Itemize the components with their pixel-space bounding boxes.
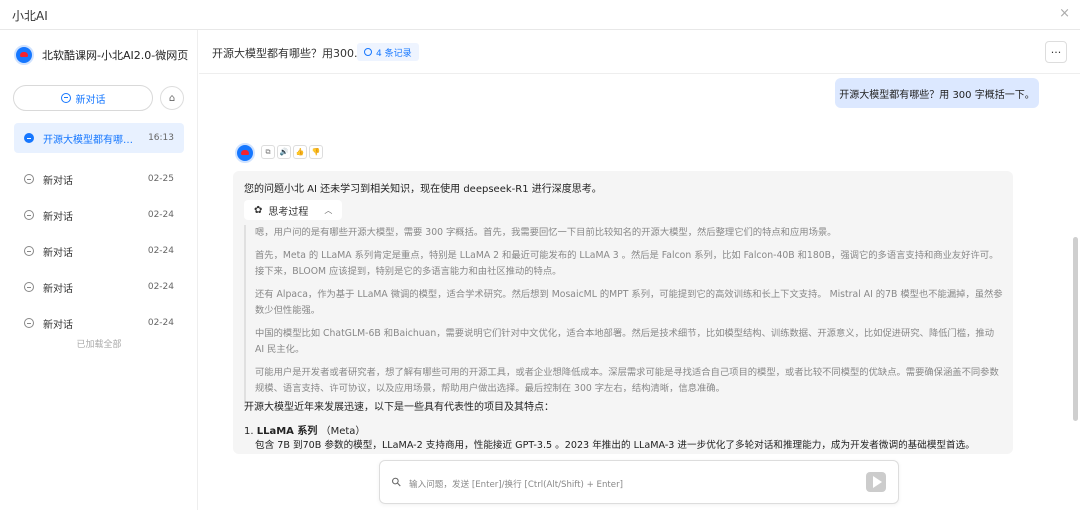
answer-intro: 您的问题小北 AI 还未学习到相关知识，现在使用 deepseek-R1 进行深… bbox=[244, 184, 602, 195]
chat-bubble-icon bbox=[24, 133, 34, 143]
think-process: 嗯，用户问的是有哪些开源大模型，需要 300 字概括。首先，我需要回忆一下目前比… bbox=[244, 225, 1004, 404]
conversation-title: 新对话 bbox=[43, 211, 73, 223]
item-index: 1. bbox=[244, 426, 254, 437]
message-input-placeholder[interactable]: 输入问题，发送 [Enter]/换行 [Ctrl(Alt/Shift) + En… bbox=[409, 478, 623, 490]
window-title: 小北AI bbox=[12, 9, 48, 23]
conversation-date: 16:13 bbox=[148, 133, 174, 143]
chat-main: 开源大模型都有哪些？用300... 4 条记录 ··· 开源大模型都有哪些？用 … bbox=[199, 30, 1080, 510]
chat-bubble-icon bbox=[24, 246, 34, 256]
brain-icon: ✿ bbox=[254, 204, 263, 216]
thumbs-up-icon[interactable]: 👍 bbox=[293, 145, 307, 159]
ai-avatar-icon bbox=[235, 143, 255, 163]
item-name: LLaMA 系列 bbox=[256, 426, 318, 437]
new-chat-button[interactable]: 新对话 bbox=[13, 85, 153, 111]
chat-bubble-icon bbox=[24, 210, 34, 220]
answer-summary: 开源大模型近年来发展迅速，以下是一些具有代表性的项目及其特点： bbox=[244, 402, 554, 413]
conversation-item[interactable]: 新对话 02-24 bbox=[14, 233, 184, 269]
conversation-date: 02-25 bbox=[147, 174, 174, 184]
loaded-all-text: 已加载全部 bbox=[76, 340, 122, 350]
conversation-title: 新对话 bbox=[43, 175, 73, 187]
paperclip-icon[interactable]: ⚲ bbox=[388, 474, 404, 490]
conversation-title: 新对话 bbox=[43, 283, 73, 295]
think-toggle-button[interactable]: ✿ 思考过程 ︿ bbox=[244, 200, 343, 220]
think-paragraph: 首先，Meta 的 LLaMA 系列肯定是重点，特别是 LLaMA 2 和最近可… bbox=[255, 250, 999, 277]
think-paragraph: 可能用户是开发者或者研究者，想了解有哪些可用的开源工具，或者企业想降低成本。深层… bbox=[255, 367, 999, 394]
conversation-date: 02-24 bbox=[147, 246, 174, 256]
think-paragraph: 中国的模型比如 ChatGLM-6B 和Baichuan，需要说明它们针对中文优… bbox=[255, 328, 995, 355]
think-paragraph: 还有 Alpaca，作为基于 LLaMA 微调的模型，适合学术研究。然后想到 M… bbox=[255, 289, 1003, 316]
sidebar: 北软酷课网-小北AI2.0-微网页 新对话 ⌂ 开源大模型都有哪些？用 300 … bbox=[0, 30, 198, 510]
message-input-box[interactable]: ⚲ 输入问题，发送 [Enter]/换行 [Ctrl(Alt/Shift) + … bbox=[379, 460, 899, 504]
think-label: 思考过程 bbox=[268, 206, 309, 218]
conversation-item[interactable]: 新对话 02-24 bbox=[14, 305, 184, 341]
conversation-item[interactable]: 开源大模型都有哪些？用 300 字概括一下。 16:13 bbox=[14, 123, 184, 153]
item-org: （Meta） bbox=[320, 426, 366, 437]
brand: 北软酷课网-小北AI2.0-微网页 bbox=[14, 45, 188, 65]
brand-name: 北软酷课网-小北AI2.0-微网页 bbox=[42, 49, 189, 62]
clock-icon bbox=[364, 48, 372, 56]
records-badge[interactable]: 4 条记录 bbox=[357, 43, 419, 61]
conversation-date: 02-24 bbox=[147, 318, 174, 328]
message-tools: ⧉ 🔊 👍 👎 bbox=[261, 145, 323, 159]
archive-button[interactable]: ⌂ bbox=[160, 86, 184, 110]
chat-bubble-icon bbox=[24, 282, 34, 292]
user-message-text: 开源大模型都有哪些？用 300 字概括一下。 bbox=[839, 89, 1035, 101]
copy-icon[interactable]: ⧉ bbox=[261, 145, 275, 159]
scrollbar[interactable] bbox=[1073, 237, 1078, 421]
conversation-item[interactable]: 新对话 02-24 bbox=[14, 269, 184, 305]
user-message: 开源大模型都有哪些？用 300 字概括一下。 bbox=[835, 78, 1039, 108]
records-label: 4 条记录 bbox=[376, 48, 412, 59]
conversation-title: 开源大模型都有哪些？用 300 字概括一下。 bbox=[43, 134, 143, 146]
speaker-icon[interactable]: 🔊 bbox=[277, 145, 291, 159]
logo-icon bbox=[14, 45, 34, 65]
chat-header: 开源大模型都有哪些？用300... 4 条记录 ··· bbox=[199, 30, 1080, 74]
conversation-title: 新对话 bbox=[43, 247, 73, 259]
conversation-item[interactable]: 新对话 02-24 bbox=[14, 197, 184, 233]
close-icon[interactable]: × bbox=[1059, 6, 1070, 21]
chat-title: 开源大模型都有哪些？用300... bbox=[212, 47, 365, 60]
answer-item-title: 1. LLaMA 系列 （Meta） bbox=[244, 422, 365, 437]
conversation-list: 开源大模型都有哪些？用 300 字概括一下。 16:13 新对话 02-25 新… bbox=[14, 123, 184, 341]
thumbs-down-icon[interactable]: 👎 bbox=[309, 145, 323, 159]
chat-bubble-icon bbox=[60, 93, 71, 103]
new-chat-label: 新对话 bbox=[75, 94, 106, 106]
archive-icon: ⌂ bbox=[168, 92, 176, 104]
send-button[interactable] bbox=[866, 472, 886, 492]
more-button[interactable]: ··· bbox=[1045, 41, 1067, 63]
more-icon: ··· bbox=[1050, 45, 1062, 59]
chevron-up-icon: ︿ bbox=[324, 205, 333, 215]
think-paragraph: 嗯，用户问的是有哪些开源大模型，需要 300 字概括。首先，我需要回忆一下目前比… bbox=[255, 227, 837, 238]
conversation-date: 02-24 bbox=[147, 282, 174, 292]
answer-item-desc: 包含 7B 到70B 参数的模型，LLaMA-2 支持商用，性能接近 GPT-3… bbox=[255, 440, 975, 451]
ai-answer: 您的问题小北 AI 还未学习到相关知识，现在使用 deepseek-R1 进行深… bbox=[233, 171, 1013, 454]
conversation-date: 02-24 bbox=[147, 210, 174, 220]
chat-bubble-icon bbox=[24, 318, 34, 328]
conversation-item[interactable]: 新对话 02-25 bbox=[14, 161, 184, 197]
chat-bubble-icon bbox=[24, 174, 34, 184]
conversation-title: 新对话 bbox=[43, 319, 73, 331]
title-bar: 小北AI × bbox=[0, 0, 1080, 30]
